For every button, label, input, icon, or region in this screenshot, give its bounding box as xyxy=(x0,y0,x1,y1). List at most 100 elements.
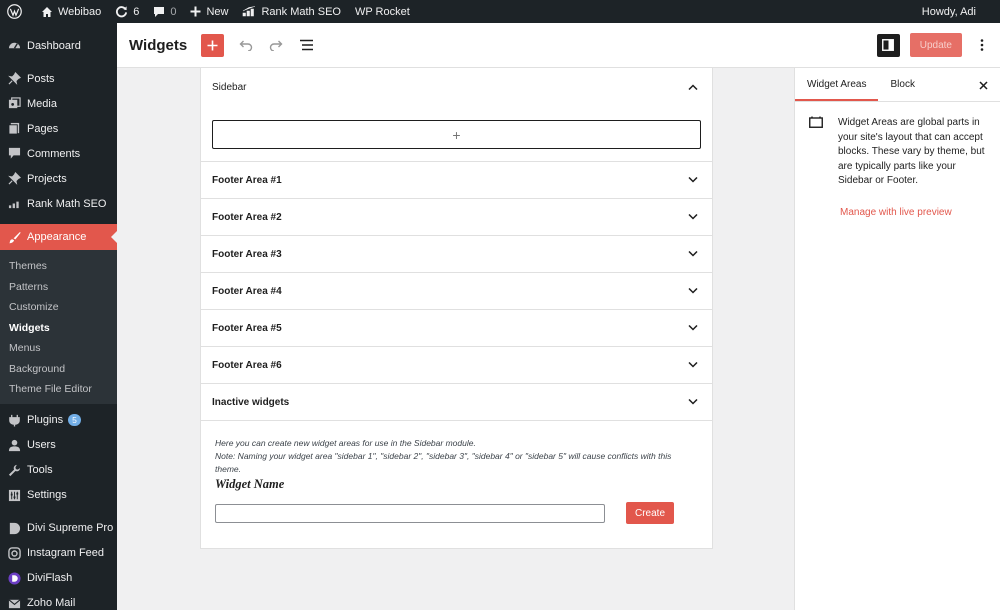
menu-label: Users xyxy=(27,439,56,451)
menu-item-settings[interactable]: Settings xyxy=(0,483,117,508)
new-content-link[interactable]: New xyxy=(183,0,235,23)
wordpress-logo-icon[interactable] xyxy=(0,0,34,23)
submenu-item-themes[interactable]: Themes xyxy=(0,256,117,277)
widget-area-help-text: Here you can create new widget areas for… xyxy=(215,438,476,448)
list-view-button[interactable] xyxy=(294,33,318,57)
widget-area-toggle[interactable]: Footer Area #3 xyxy=(201,236,712,272)
menu-label: Dashboard xyxy=(27,39,81,52)
menu-item-pages[interactable]: Pages xyxy=(0,116,117,141)
account-menu[interactable]: Howdy, Adi xyxy=(915,0,1000,23)
redo-button[interactable] xyxy=(264,33,288,57)
plus-icon xyxy=(207,40,218,50)
undo-icon xyxy=(239,40,253,51)
submenu-item-widgets[interactable]: Widgets xyxy=(0,318,117,339)
menu-item-divi-supreme[interactable]: Divi Supreme Pro xyxy=(0,516,117,541)
close-settings-button[interactable] xyxy=(979,78,988,93)
widget-areas-panel: Widget Areas are global parts in your si… xyxy=(795,102,1000,189)
wp-rocket-link[interactable]: WP Rocket xyxy=(348,0,417,23)
vertical-ellipsis-icon xyxy=(980,39,984,51)
menu-label: Pages xyxy=(27,122,59,135)
chevron-down-icon xyxy=(688,362,698,368)
submenu-item-customize[interactable]: Customize xyxy=(0,297,117,318)
chevron-down-icon xyxy=(688,177,698,183)
update-button[interactable]: Update xyxy=(909,33,962,57)
menu-label: Settings xyxy=(27,489,67,501)
menu-label: Appearance xyxy=(27,231,87,243)
page-title: Widgets xyxy=(129,36,188,54)
widget-area-toggle[interactable]: Footer Area #2 xyxy=(201,199,712,235)
more-options-button[interactable] xyxy=(976,39,988,51)
chevron-down-icon xyxy=(688,325,698,331)
widget-area-footer-6: Footer Area #6 xyxy=(201,347,712,384)
widget-area-toggle[interactable]: Inactive widgets xyxy=(201,384,712,420)
widget-area-title: Footer Area #3 xyxy=(212,248,282,260)
rank-math-link[interactable]: Rank Math SEO xyxy=(235,0,347,23)
create-button[interactable]: Create xyxy=(626,502,675,524)
menu-item-diviflash[interactable]: DiviFlash xyxy=(0,566,117,591)
menu-item-zoho-mail[interactable]: Zoho Mail xyxy=(0,591,117,610)
updates-link[interactable]: 6 xyxy=(108,0,146,23)
settings-tabs: Widget Areas Block xyxy=(795,68,1000,102)
submenu-item-patterns[interactable]: Patterns xyxy=(0,277,117,298)
menu-item-users[interactable]: Users xyxy=(0,433,117,458)
widget-name-input[interactable] xyxy=(215,503,605,523)
settings-panel-toggle[interactable] xyxy=(876,33,900,57)
widget-area-title: Footer Area #6 xyxy=(212,359,282,371)
submenu-item-theme-file-editor[interactable]: Theme File Editor xyxy=(0,379,117,400)
chevron-down-icon xyxy=(688,251,698,257)
menu-label: Projects xyxy=(27,172,67,185)
menu-label: Plugins xyxy=(27,414,64,426)
menu-item-rank-math[interactable]: Rank Math SEO xyxy=(0,191,117,216)
widget-area-toggle[interactable]: Footer Area #6 xyxy=(201,347,712,383)
pushpin-icon xyxy=(7,172,21,186)
menu-item-instagram-feed[interactable]: Instagram Feed xyxy=(0,541,117,566)
chevron-up-icon xyxy=(688,84,698,90)
widget-area-toggle[interactable]: Sidebar xyxy=(201,68,712,106)
widget-area-title: Footer Area #5 xyxy=(212,322,282,334)
admin-menu: Dashboard Posts Media Pages Comments Pro… xyxy=(0,23,117,610)
refresh-icon xyxy=(116,6,128,18)
menu-item-appearance[interactable]: Appearance xyxy=(0,224,117,250)
widget-area-title: Inactive widgets xyxy=(212,396,290,408)
menu-label: Divi Supreme Pro xyxy=(27,522,114,534)
widget-area-toggle[interactable]: Footer Area #4 xyxy=(201,273,712,309)
submenu-item-background[interactable]: Background xyxy=(0,359,117,380)
widget-area-title: Footer Area #1 xyxy=(212,174,282,186)
menu-label: Instagram Feed xyxy=(27,547,105,559)
widget-area-body: + xyxy=(201,106,712,161)
menu-item-posts[interactable]: Posts xyxy=(0,66,117,91)
rank-math-icon xyxy=(243,6,256,17)
chevron-down-icon xyxy=(688,399,698,405)
site-name-link[interactable]: Webibao xyxy=(34,0,108,23)
plus-icon: + xyxy=(452,126,461,143)
menu-item-media[interactable]: Media xyxy=(0,91,117,116)
widget-area-toggle[interactable]: Footer Area #1 xyxy=(201,162,712,198)
redo-icon xyxy=(270,40,283,51)
widget-area-inactive-widgets: Inactive widgets xyxy=(201,384,712,421)
menu-item-projects[interactable]: Projects xyxy=(0,166,117,191)
add-block-button[interactable] xyxy=(201,33,225,57)
menu-item-tools[interactable]: Tools xyxy=(0,458,117,483)
widget-area-footer-5: Footer Area #5 xyxy=(201,310,712,347)
pages-icon xyxy=(7,122,21,136)
widget-area-toggle[interactable]: Footer Area #5 xyxy=(201,310,712,346)
media-icon xyxy=(7,97,21,111)
submenu-item-menus[interactable]: Menus xyxy=(0,338,117,359)
block-appender-button[interactable]: + xyxy=(212,120,701,149)
widget-areas-description: Widget Areas are global parts in your si… xyxy=(838,117,985,186)
menu-item-dashboard[interactable]: Dashboard xyxy=(0,33,117,58)
menu-item-comments[interactable]: Comments xyxy=(0,141,117,166)
tab-widget-areas[interactable]: Widget Areas xyxy=(795,68,878,101)
tab-block[interactable]: Block xyxy=(878,68,926,101)
diviflash-icon xyxy=(7,571,21,585)
menu-item-plugins[interactable]: Plugins 5 xyxy=(0,408,117,433)
close-icon xyxy=(979,81,988,90)
site-name: Webibao xyxy=(58,5,102,18)
widget-area-sidebar: Sidebar + xyxy=(201,68,712,162)
widget-area-title: Footer Area #2 xyxy=(212,211,282,223)
manage-live-preview-link[interactable]: Manage with live preview xyxy=(840,207,1000,218)
admin-bar: Webibao 6 0 New Rank Math SEO WP Rocket … xyxy=(0,0,1000,23)
comments-link[interactable]: 0 xyxy=(146,0,183,23)
instagram-icon xyxy=(7,546,21,560)
undo-button[interactable] xyxy=(234,33,258,57)
